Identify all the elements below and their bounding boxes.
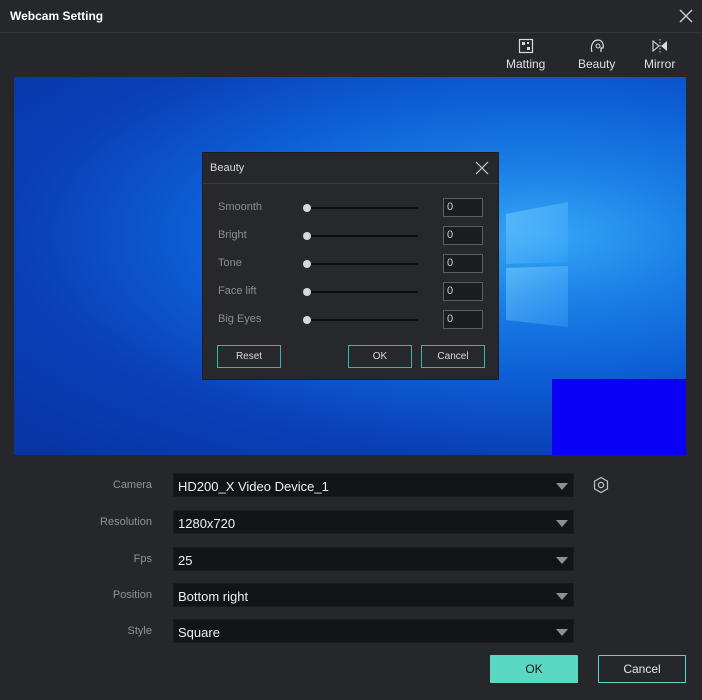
close-icon[interactable] xyxy=(475,161,489,175)
big-eyes-slider[interactable] xyxy=(303,316,418,324)
slider-row-big-eyes: Big Eyes 0 xyxy=(203,310,498,330)
slider-handle[interactable] xyxy=(303,316,311,324)
resolution-row: Resolution 1280x720 xyxy=(0,510,702,534)
face-lift-slider[interactable] xyxy=(303,288,418,296)
matting-icon xyxy=(518,38,533,54)
slider-row-face-lift: Face lift 0 xyxy=(203,282,498,302)
camera-value: HD200_X Video Device_1 xyxy=(178,479,329,494)
mirror-label: Mirror xyxy=(644,57,676,71)
chevron-down-icon xyxy=(556,483,568,490)
slider-handle[interactable] xyxy=(303,260,311,268)
style-value: Square xyxy=(178,625,220,640)
slider-label: Face lift xyxy=(218,285,257,297)
slider-handle[interactable] xyxy=(303,288,311,296)
beauty-button[interactable]: Beauty xyxy=(578,38,615,71)
slider-row-smooth: Smoonth 0 xyxy=(203,198,498,218)
position-row: Position Bottom right xyxy=(0,583,702,607)
slider-handle[interactable] xyxy=(303,204,311,212)
bright-slider[interactable] xyxy=(303,232,418,240)
smooth-slider[interactable] xyxy=(303,204,418,212)
beauty-label: Beauty xyxy=(578,57,616,71)
position-value: Bottom right xyxy=(178,589,249,604)
resolution-label: Resolution xyxy=(100,516,152,528)
slider-label: Big Eyes xyxy=(218,313,262,325)
pip-overlay[interactable] xyxy=(552,379,686,455)
fps-label: Fps xyxy=(133,553,152,565)
chevron-down-icon xyxy=(556,520,568,527)
beauty-dialog: Beauty Smoonth 0 Bright 0 Tone 0 Face li… xyxy=(202,152,499,380)
tone-value-input[interactable]: 0 xyxy=(443,254,483,273)
bright-value-input[interactable]: 0 xyxy=(443,226,483,245)
camera-label: Camera xyxy=(112,479,152,491)
fps-value: 25 xyxy=(178,553,193,568)
slider-label: Bright xyxy=(218,229,247,241)
beauty-ok-button[interactable]: OK xyxy=(348,345,412,368)
mirror-button[interactable]: Mirror xyxy=(644,38,675,71)
fps-row: Fps 25 xyxy=(0,547,702,571)
close-icon[interactable] xyxy=(678,8,694,24)
style-select[interactable]: Square xyxy=(173,619,574,643)
cancel-button[interactable]: Cancel xyxy=(598,655,686,683)
slider-row-bright: Bright 0 xyxy=(203,226,498,246)
title-bar: Webcam Setting xyxy=(0,0,702,33)
resolution-value: 1280x720 xyxy=(178,516,236,531)
beauty-face-icon xyxy=(590,39,604,53)
style-row: Style Square xyxy=(0,619,702,643)
windows-logo xyxy=(506,202,568,327)
beauty-dialog-title: Beauty xyxy=(210,162,245,174)
matting-label: Matting xyxy=(506,57,546,71)
window-title: Webcam Setting xyxy=(10,9,104,23)
slider-handle[interactable] xyxy=(303,232,311,240)
camera-settings-icon[interactable] xyxy=(592,476,610,495)
ok-button[interactable]: OK xyxy=(490,655,578,683)
position-select[interactable]: Bottom right xyxy=(173,583,574,607)
camera-select[interactable]: HD200_X Video Device_1 xyxy=(173,473,574,497)
reset-button[interactable]: Reset xyxy=(217,345,281,368)
big-eyes-value-input[interactable]: 0 xyxy=(443,310,483,329)
smooth-value-input[interactable]: 0 xyxy=(443,198,483,217)
resolution-select[interactable]: 1280x720 xyxy=(173,510,574,534)
slider-label: Tone xyxy=(218,257,242,269)
beauty-cancel-button[interactable]: Cancel xyxy=(421,345,485,368)
style-label: Style xyxy=(127,625,152,637)
slider-row-tone: Tone 0 xyxy=(203,254,498,274)
slider-label: Smoonth xyxy=(218,201,263,213)
chevron-down-icon xyxy=(556,557,568,564)
position-label: Position xyxy=(112,589,152,601)
matting-button[interactable]: Matting xyxy=(506,38,545,71)
face-lift-value-input[interactable]: 0 xyxy=(443,282,483,301)
tone-slider[interactable] xyxy=(303,260,418,268)
beauty-dialog-header: Beauty xyxy=(203,153,498,184)
chevron-down-icon xyxy=(556,593,568,600)
fps-select[interactable]: 25 xyxy=(173,547,574,571)
chevron-down-icon xyxy=(556,629,568,636)
mirror-icon xyxy=(652,39,667,53)
